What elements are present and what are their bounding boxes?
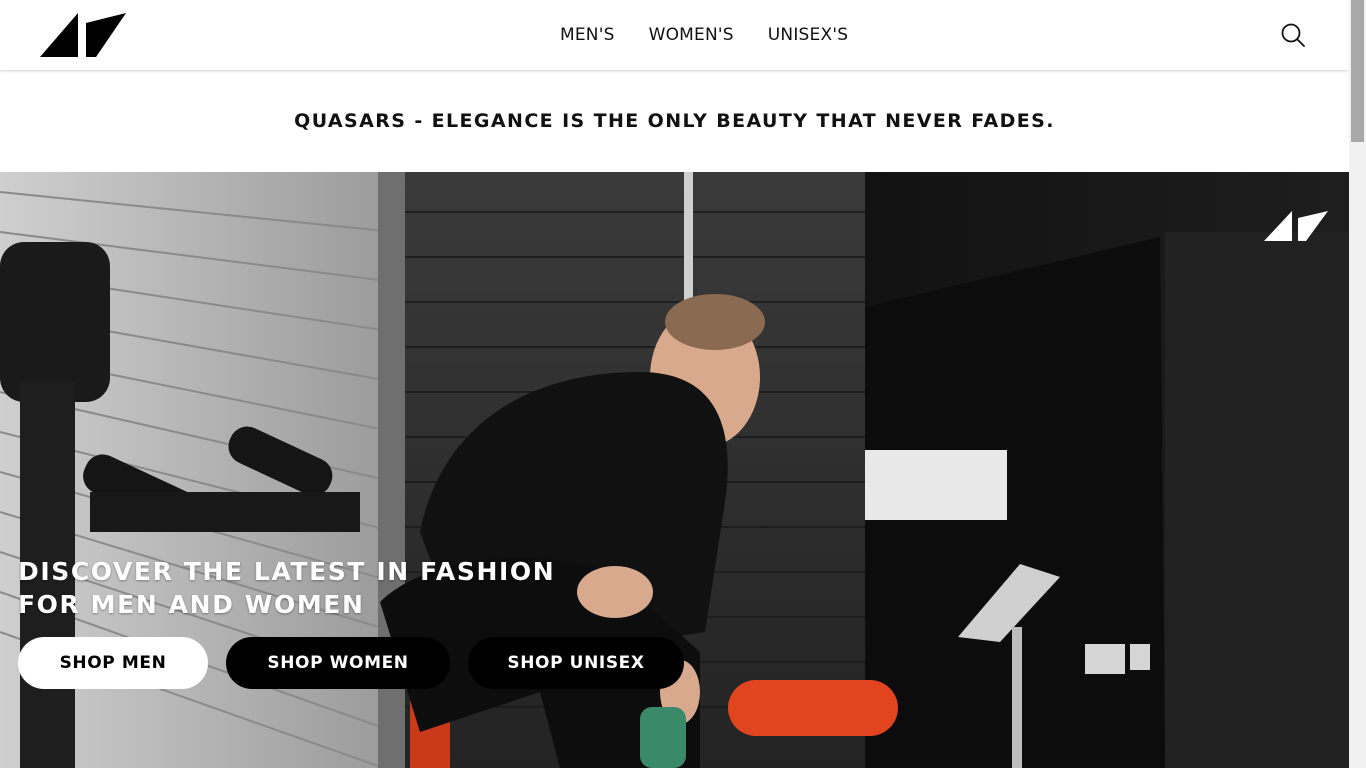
hero-heading-line1: DISCOVER THE LATEST IN FASHION <box>18 557 556 586</box>
scrollbar-thumb[interactable] <box>1351 0 1364 142</box>
site-header: MEN'S WOMEN'S UNISEX'S <box>0 0 1349 70</box>
shop-men-button[interactable]: SHOP MEN <box>18 637 208 689</box>
tagline: QUASARS - ELEGANCE IS THE ONLY BEAUTY TH… <box>294 110 1055 132</box>
page-scrollbar[interactable] <box>1349 0 1366 768</box>
hero-heading-line2: FOR MEN AND WOMEN <box>18 590 365 619</box>
search-icon[interactable] <box>1280 22 1306 48</box>
shop-women-button[interactable]: SHOP WOMEN <box>226 637 450 689</box>
page: MEN'S WOMEN'S UNISEX'S QUASARS - ELEGANC… <box>0 0 1349 768</box>
tagline-section: QUASARS - ELEGANCE IS THE ONLY BEAUTY TH… <box>0 70 1349 172</box>
hero-banner: DISCOVER THE LATEST IN FASHION FOR MEN A… <box>0 172 1349 768</box>
hero-brand-logo-icon <box>1264 211 1328 241</box>
nav-link-womens[interactable]: WOMEN'S <box>649 25 734 45</box>
shop-unisex-button[interactable]: SHOP UNISEX <box>468 637 684 689</box>
nav-link-mens[interactable]: MEN'S <box>560 25 615 45</box>
nav-link-unisex[interactable]: UNISEX'S <box>768 25 848 45</box>
brand-logo-icon[interactable] <box>40 13 126 57</box>
main-nav: MEN'S WOMEN'S UNISEX'S <box>560 0 882 70</box>
hero-heading: DISCOVER THE LATEST IN FASHION FOR MEN A… <box>18 555 638 621</box>
